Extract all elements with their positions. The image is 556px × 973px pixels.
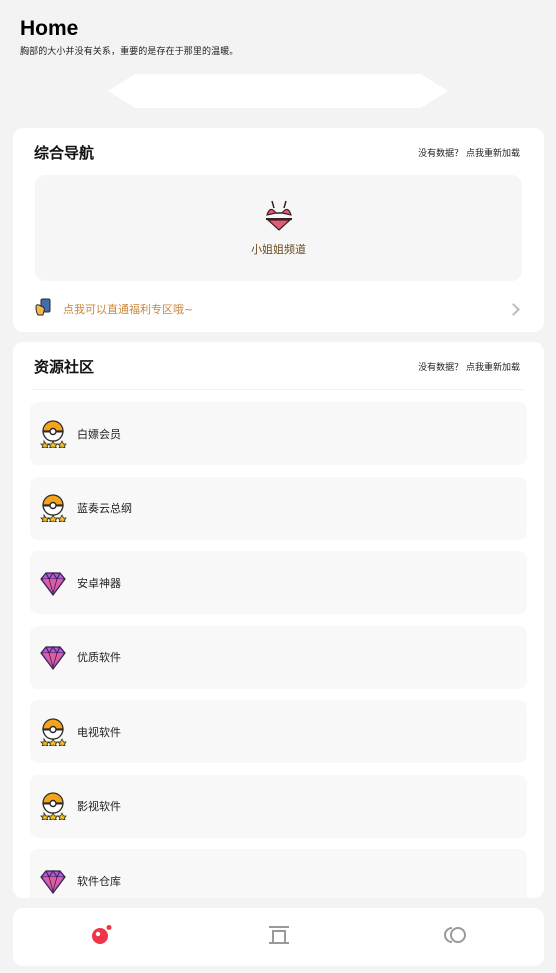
chevron-right-icon bbox=[507, 302, 520, 316]
page-subtitle: 胸部的大小并没有关系，重要的是存在于那里的温暖。 bbox=[20, 47, 239, 57]
diamond-icon bbox=[39, 643, 67, 671]
bottom-tab-bar bbox=[13, 908, 544, 966]
tab-archive[interactable] bbox=[249, 917, 309, 957]
list-item-label: 安卓神器 bbox=[77, 576, 121, 590]
resource-list: 白嫖会员 蓝奏云总纲 安卓神器 优质软件 电视软件 影视软件 软件仓库 bbox=[30, 402, 527, 898]
list-item-label: 影视软件 bbox=[77, 800, 121, 813]
list-item-label: 白嫖会员 bbox=[77, 427, 121, 441]
resource-reload-link[interactable]: 没有数据？ 点我重新加载 bbox=[418, 360, 520, 373]
rings-icon bbox=[443, 924, 468, 950]
home-dot-icon bbox=[91, 924, 113, 950]
pokeball-stars-icon bbox=[39, 419, 67, 449]
pokeball-stars-icon bbox=[39, 494, 67, 523]
header: Home 胸部的大小并没有关系，重要的是存在于那里的温暖。 bbox=[20, 16, 238, 57]
diamond-icon bbox=[39, 569, 67, 597]
resource-section-title: 资源社区 bbox=[34, 358, 95, 376]
promo-text: 点我可以直通福利专区哦~ bbox=[63, 303, 194, 316]
channel-tile[interactable]: 小姐姐频道 bbox=[35, 175, 522, 281]
tab-rings[interactable] bbox=[426, 917, 486, 957]
phone-hand-icon bbox=[35, 298, 53, 320]
tab-home[interactable] bbox=[72, 917, 132, 957]
page-title: Home bbox=[20, 17, 79, 40]
list-item[interactable]: 影视软件 bbox=[30, 774, 527, 838]
resource-section-card: 资源社区 没有数据？ 点我重新加载 白嫖会员 蓝奏云总纲 安卓神器 优质软件 电… bbox=[13, 342, 544, 898]
list-item[interactable]: 蓝奏云总纲 bbox=[30, 476, 527, 540]
archive-icon bbox=[268, 924, 290, 950]
nav-section-title: 综合导航 bbox=[34, 144, 95, 162]
nav-reload-link[interactable]: 没有数据？ 点我重新加载 bbox=[418, 146, 520, 159]
list-item[interactable]: 优质软件 bbox=[30, 625, 527, 689]
promo-row[interactable]: 点我可以直通福利专区哦~ bbox=[35, 296, 524, 322]
divider bbox=[33, 389, 524, 390]
list-item[interactable]: 白嫖会员 bbox=[30, 402, 527, 465]
list-item-label: 电视软件 bbox=[77, 725, 121, 739]
diamond-icon bbox=[39, 867, 67, 895]
channel-label: 小姐姐频道 bbox=[251, 243, 306, 256]
list-item-label: 优质软件 bbox=[77, 651, 121, 664]
pokeball-stars-icon bbox=[39, 717, 67, 747]
bikini-icon bbox=[265, 199, 293, 235]
list-item[interactable]: 软件仓库 bbox=[30, 849, 527, 898]
banner-placeholder[interactable] bbox=[108, 74, 448, 108]
list-item-label: 蓝奏云总纲 bbox=[77, 502, 132, 515]
list-item-label: 软件仓库 bbox=[77, 874, 121, 888]
list-item[interactable]: 安卓神器 bbox=[30, 551, 527, 614]
pokeball-stars-icon bbox=[39, 792, 67, 821]
nav-section-card: 综合导航 没有数据？ 点我重新加载 小姐姐频道 点我可以直通福利专区哦~ bbox=[13, 128, 544, 332]
list-item[interactable]: 电视软件 bbox=[30, 700, 527, 763]
